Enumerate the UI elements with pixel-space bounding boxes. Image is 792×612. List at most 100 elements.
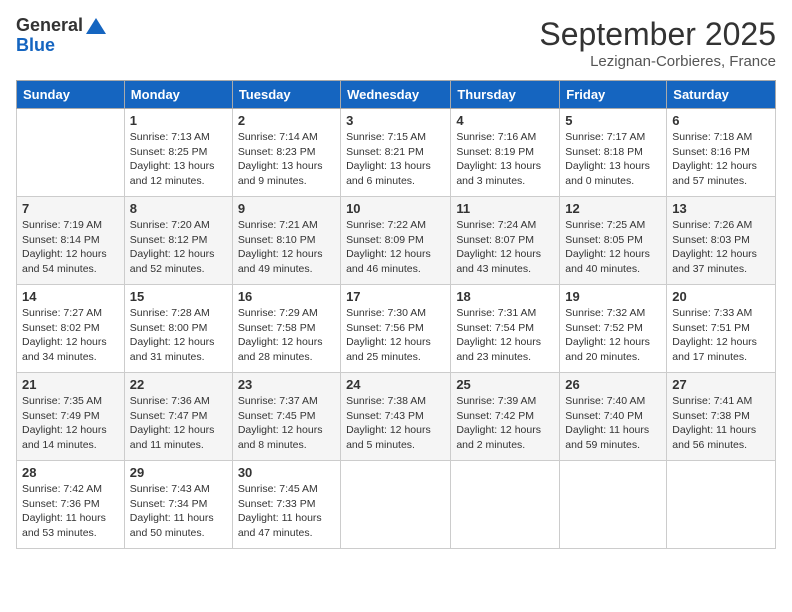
day-number: 14 xyxy=(22,289,119,304)
logo-general-text: General xyxy=(16,15,83,35)
day-number: 11 xyxy=(456,201,554,216)
day-info: Sunrise: 7:37 AMSunset: 7:45 PMDaylight:… xyxy=(238,394,335,453)
logo: General Blue xyxy=(16,16,109,56)
col-wednesday: Wednesday xyxy=(341,81,451,109)
day-number: 20 xyxy=(672,289,770,304)
day-info: Sunrise: 7:13 AMSunset: 8:25 PMDaylight:… xyxy=(130,130,227,189)
calendar-cell: 30 Sunrise: 7:45 AMSunset: 7:33 PMDayligh… xyxy=(232,461,340,549)
calendar-week-5: 28 Sunrise: 7:42 AMSunset: 7:36 PMDayligh… xyxy=(17,461,776,549)
day-number: 30 xyxy=(238,465,335,480)
day-info: Sunrise: 7:15 AMSunset: 8:21 PMDaylight:… xyxy=(346,130,445,189)
day-info: Sunrise: 7:19 AMSunset: 8:14 PMDaylight:… xyxy=(22,218,119,277)
day-info: Sunrise: 7:30 AMSunset: 7:56 PMDaylight:… xyxy=(346,306,445,365)
day-info: Sunrise: 7:42 AMSunset: 7:36 PMDaylight:… xyxy=(22,482,119,541)
calendar-cell: 9 Sunrise: 7:21 AMSunset: 8:10 PMDaylight… xyxy=(232,197,340,285)
col-friday: Friday xyxy=(560,81,667,109)
day-number: 16 xyxy=(238,289,335,304)
day-number: 28 xyxy=(22,465,119,480)
day-info: Sunrise: 7:14 AMSunset: 8:23 PMDaylight:… xyxy=(238,130,335,189)
calendar-cell xyxy=(667,461,776,549)
day-info: Sunrise: 7:22 AMSunset: 8:09 PMDaylight:… xyxy=(346,218,445,277)
day-number: 24 xyxy=(346,377,445,392)
title-block: September 2025 Lezignan-Corbieres, Franc… xyxy=(539,16,776,70)
calendar-cell: 6Sunrise: 7:18 AMSunset: 8:16 PMDaylight… xyxy=(667,109,776,197)
calendar-cell: 23 Sunrise: 7:37 AMSunset: 7:45 PMDayligh… xyxy=(232,373,340,461)
calendar-cell: 2 Sunrise: 7:14 AMSunset: 8:23 PMDaylight… xyxy=(232,109,340,197)
day-info: Sunrise: 7:20 AMSunset: 8:12 PMDaylight:… xyxy=(130,218,227,277)
day-info: Sunrise: 7:35 AMSunset: 7:49 PMDaylight:… xyxy=(22,394,119,453)
calendar-week-3: 14 Sunrise: 7:27 AMSunset: 8:02 PMDayligh… xyxy=(17,285,776,373)
calendar-cell: 17 Sunrise: 7:30 AMSunset: 7:56 PMDayligh… xyxy=(341,285,451,373)
calendar-week-2: 7Sunrise: 7:19 AMSunset: 8:14 PMDaylight… xyxy=(17,197,776,285)
page-header: General Blue September 2025 Lezignan-Cor… xyxy=(16,16,776,70)
day-info: Sunrise: 7:39 AMSunset: 7:42 PMDaylight:… xyxy=(456,394,554,453)
calendar-week-1: 1 Sunrise: 7:13 AMSunset: 8:25 PMDaylight… xyxy=(17,109,776,197)
day-number: 21 xyxy=(22,377,119,392)
calendar-cell: 20Sunrise: 7:33 AMSunset: 7:51 PMDayligh… xyxy=(667,285,776,373)
calendar-cell: 25Sunrise: 7:39 AMSunset: 7:42 PMDayligh… xyxy=(451,373,560,461)
calendar-cell: 27Sunrise: 7:41 AMSunset: 7:38 PMDayligh… xyxy=(667,373,776,461)
day-info: Sunrise: 7:43 AMSunset: 7:34 PMDaylight:… xyxy=(130,482,227,541)
calendar-cell: 7Sunrise: 7:19 AMSunset: 8:14 PMDaylight… xyxy=(17,197,125,285)
calendar-cell: 22 Sunrise: 7:36 AMSunset: 7:47 PMDayligh… xyxy=(124,373,232,461)
day-number: 12 xyxy=(565,201,661,216)
day-info: Sunrise: 7:26 AMSunset: 8:03 PMDaylight:… xyxy=(672,218,770,277)
calendar-table: Sunday Monday Tuesday Wednesday Thursday… xyxy=(16,80,776,549)
calendar-cell: 21 Sunrise: 7:35 AMSunset: 7:49 PMDayligh… xyxy=(17,373,125,461)
day-number: 23 xyxy=(238,377,335,392)
day-info: Sunrise: 7:18 AMSunset: 8:16 PMDaylight:… xyxy=(672,130,770,189)
calendar-cell xyxy=(560,461,667,549)
day-number: 9 xyxy=(238,201,335,216)
calendar-cell: 1 Sunrise: 7:13 AMSunset: 8:25 PMDaylight… xyxy=(124,109,232,197)
day-number: 1 xyxy=(130,113,227,128)
day-info: Sunrise: 7:40 AMSunset: 7:40 PMDaylight:… xyxy=(565,394,661,453)
calendar-cell: 18 Sunrise: 7:31 AMSunset: 7:54 PMDayligh… xyxy=(451,285,560,373)
calendar-cell xyxy=(17,109,125,197)
day-number: 5 xyxy=(565,113,661,128)
day-info: Sunrise: 7:36 AMSunset: 7:47 PMDaylight:… xyxy=(130,394,227,453)
day-number: 26 xyxy=(565,377,661,392)
header-row: Sunday Monday Tuesday Wednesday Thursday… xyxy=(17,81,776,109)
day-info: Sunrise: 7:45 AMSunset: 7:33 PMDaylight:… xyxy=(238,482,335,541)
calendar-cell: 14 Sunrise: 7:27 AMSunset: 8:02 PMDayligh… xyxy=(17,285,125,373)
calendar-cell: 16Sunrise: 7:29 AMSunset: 7:58 PMDayligh… xyxy=(232,285,340,373)
calendar-cell xyxy=(451,461,560,549)
calendar-cell: 13 Sunrise: 7:26 AMSunset: 8:03 PMDayligh… xyxy=(667,197,776,285)
month-title: September 2025 xyxy=(539,16,776,53)
day-info: Sunrise: 7:16 AMSunset: 8:19 PMDaylight:… xyxy=(456,130,554,189)
location: Lezignan-Corbieres, France xyxy=(539,53,776,70)
col-monday: Monday xyxy=(124,81,232,109)
day-number: 22 xyxy=(130,377,227,392)
day-info: Sunrise: 7:27 AMSunset: 8:02 PMDaylight:… xyxy=(22,306,119,365)
day-info: Sunrise: 7:41 AMSunset: 7:38 PMDaylight:… xyxy=(672,394,770,453)
calendar-cell: 26 Sunrise: 7:40 AMSunset: 7:40 PMDayligh… xyxy=(560,373,667,461)
day-number: 13 xyxy=(672,201,770,216)
logo-icon xyxy=(84,16,108,40)
day-info: Sunrise: 7:31 AMSunset: 7:54 PMDaylight:… xyxy=(456,306,554,365)
day-info: Sunrise: 7:17 AMSunset: 8:18 PMDaylight:… xyxy=(565,130,661,189)
col-tuesday: Tuesday xyxy=(232,81,340,109)
calendar-cell xyxy=(341,461,451,549)
calendar-cell: 12 Sunrise: 7:25 AMSunset: 8:05 PMDayligh… xyxy=(560,197,667,285)
logo-blue-text: Blue xyxy=(16,35,55,55)
calendar-cell: 24 Sunrise: 7:38 AMSunset: 7:43 PMDayligh… xyxy=(341,373,451,461)
calendar-cell: 11Sunrise: 7:24 AMSunset: 8:07 PMDayligh… xyxy=(451,197,560,285)
day-info: Sunrise: 7:25 AMSunset: 8:05 PMDaylight:… xyxy=(565,218,661,277)
calendar-cell: 3 Sunrise: 7:15 AMSunset: 8:21 PMDaylight… xyxy=(341,109,451,197)
calendar-cell: 10Sunrise: 7:22 AMSunset: 8:09 PMDayligh… xyxy=(341,197,451,285)
day-number: 17 xyxy=(346,289,445,304)
day-info: Sunrise: 7:38 AMSunset: 7:43 PMDaylight:… xyxy=(346,394,445,453)
col-saturday: Saturday xyxy=(667,81,776,109)
calendar-cell: 8Sunrise: 7:20 AMSunset: 8:12 PMDaylight… xyxy=(124,197,232,285)
col-sunday: Sunday xyxy=(17,81,125,109)
day-number: 3 xyxy=(346,113,445,128)
day-number: 18 xyxy=(456,289,554,304)
day-number: 2 xyxy=(238,113,335,128)
calendar-cell: 15Sunrise: 7:28 AMSunset: 8:00 PMDayligh… xyxy=(124,285,232,373)
calendar-week-4: 21 Sunrise: 7:35 AMSunset: 7:49 PMDayligh… xyxy=(17,373,776,461)
calendar-cell: 28 Sunrise: 7:42 AMSunset: 7:36 PMDayligh… xyxy=(17,461,125,549)
day-number: 19 xyxy=(565,289,661,304)
day-number: 4 xyxy=(456,113,554,128)
calendar-cell: 29Sunrise: 7:43 AMSunset: 7:34 PMDayligh… xyxy=(124,461,232,549)
day-info: Sunrise: 7:21 AMSunset: 8:10 PMDaylight:… xyxy=(238,218,335,277)
